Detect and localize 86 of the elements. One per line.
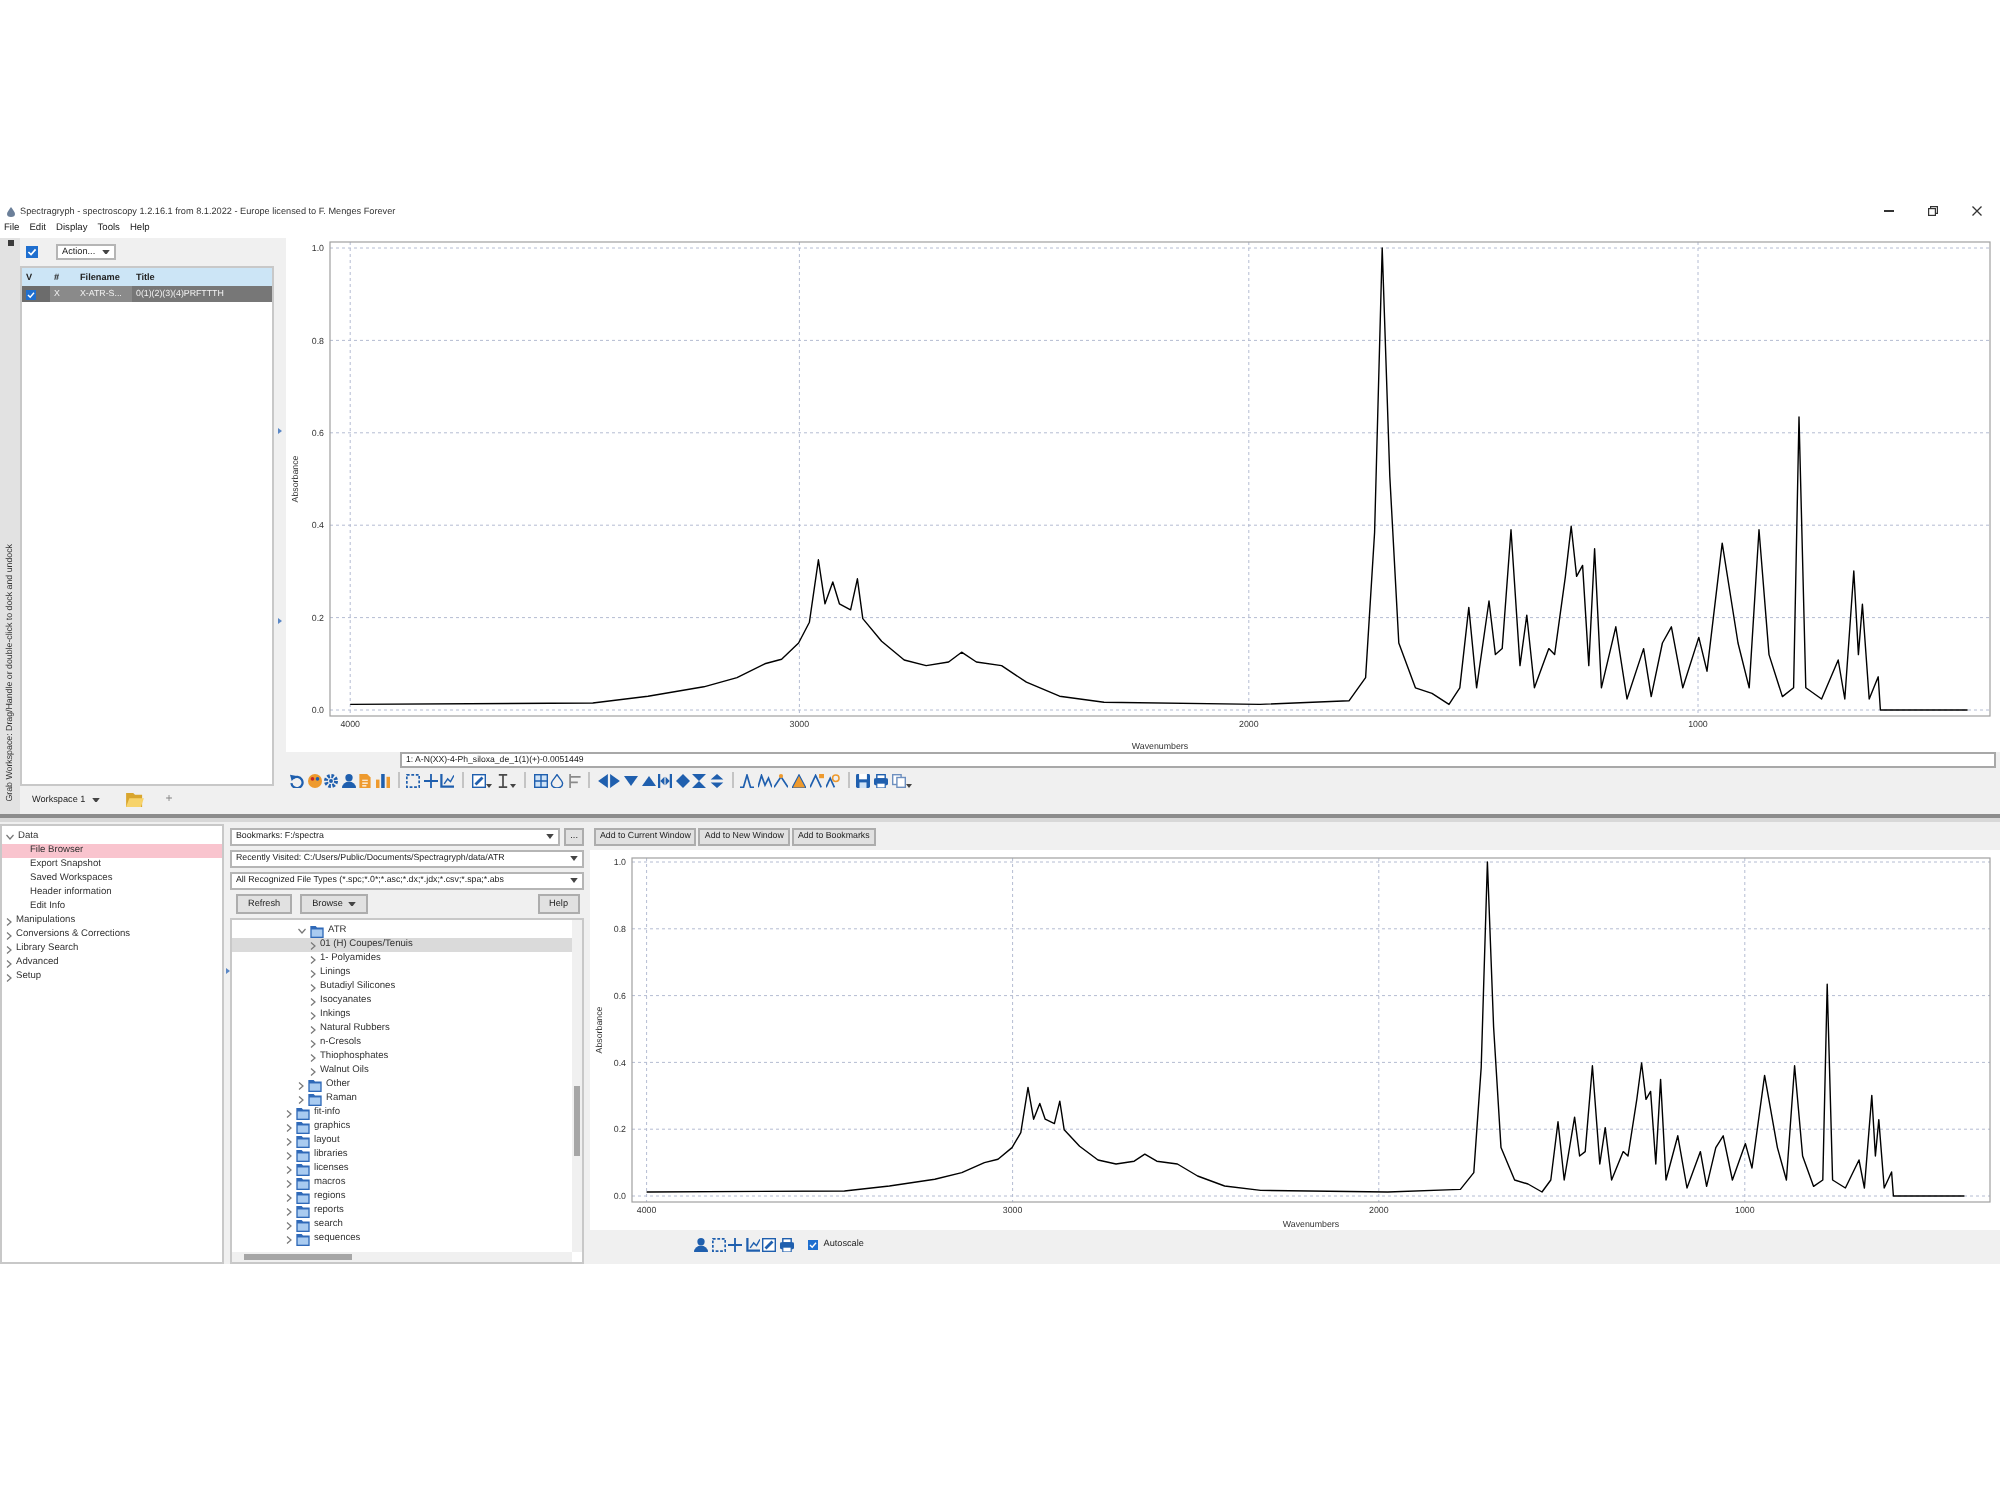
caret-icon xyxy=(91,797,100,803)
caret-icon xyxy=(101,249,110,255)
peak-marker-icon[interactable] xyxy=(774,773,789,787)
person-icon[interactable] xyxy=(341,773,356,787)
pencil-icon[interactable] xyxy=(762,1237,777,1251)
chevron-right-icon[interactable] xyxy=(310,941,316,949)
arrow-right-icon[interactable] xyxy=(610,773,621,787)
chevron-right-icon[interactable] xyxy=(286,1109,292,1117)
text-cursor-icon[interactable] xyxy=(495,773,510,787)
diamond-icon[interactable] xyxy=(675,773,690,787)
peak-icon[interactable] xyxy=(740,773,755,787)
save-icon[interactable] xyxy=(856,773,871,787)
y-axis-icon[interactable] xyxy=(567,773,582,787)
chevron-down-icon[interactable] xyxy=(298,928,306,934)
chevron-right-icon[interactable] xyxy=(310,1067,316,1075)
checkbox[interactable] xyxy=(26,246,38,258)
horizontal-scrollbar[interactable] xyxy=(232,1252,572,1262)
restore-icon[interactable] xyxy=(1928,206,1938,216)
chevron-right-icon[interactable] xyxy=(310,1039,316,1047)
crosshair-icon[interactable] xyxy=(728,1237,743,1251)
bar-chart-icon[interactable] xyxy=(375,773,390,787)
zoom-box-icon[interactable] xyxy=(711,1237,726,1251)
chevron-right-icon[interactable] xyxy=(286,1221,292,1229)
chevron-right-icon[interactable] xyxy=(6,973,12,981)
grid-icon[interactable] xyxy=(533,773,547,787)
caret-icon[interactable] xyxy=(486,784,493,788)
pencil-icon[interactable] xyxy=(471,773,486,787)
scrollbar-thumb[interactable] xyxy=(244,1254,352,1260)
vertical-scrollbar[interactable] xyxy=(572,920,582,1252)
chevron-right-icon[interactable] xyxy=(310,997,316,1005)
bracket-arrows-icon[interactable] xyxy=(658,773,673,787)
checkbox[interactable] xyxy=(808,1239,819,1249)
splitter-handle-icon[interactable] xyxy=(278,428,282,434)
scrollbar-thumb[interactable] xyxy=(574,1086,580,1156)
chevron-right-icon[interactable] xyxy=(286,1165,292,1173)
chevron-right-icon[interactable] xyxy=(298,1095,304,1103)
chevron-right-icon[interactable] xyxy=(310,1053,316,1061)
arrow-up-icon[interactable] xyxy=(641,775,656,785)
chevron-right-icon[interactable] xyxy=(6,931,12,939)
chevron-right-icon[interactable] xyxy=(310,1025,316,1033)
chevron-right-icon[interactable] xyxy=(310,983,316,991)
folder-icon xyxy=(310,925,324,937)
arrow-left-icon[interactable] xyxy=(597,773,608,787)
splitter-handle-icon[interactable] xyxy=(278,618,282,624)
hourglass-icon[interactable] xyxy=(692,773,707,787)
chevron-right-icon[interactable] xyxy=(6,917,12,925)
chevron-right-icon[interactable] xyxy=(310,969,316,977)
chevron-right-icon[interactable] xyxy=(286,1123,292,1131)
caret-icon xyxy=(570,878,578,884)
chevron-right-icon[interactable] xyxy=(286,1179,292,1187)
print-icon[interactable] xyxy=(779,1237,794,1251)
axis-icon[interactable] xyxy=(440,773,455,787)
chevron-right-icon[interactable] xyxy=(286,1137,292,1145)
chevron-right-icon[interactable] xyxy=(286,1207,292,1215)
updown-arrows-icon[interactable] xyxy=(710,773,725,787)
chevron-right-icon[interactable] xyxy=(286,1235,292,1243)
caret-icon xyxy=(546,834,555,840)
palette-icon[interactable] xyxy=(307,773,322,787)
crosshair-icon[interactable] xyxy=(423,773,438,787)
undo-arrow-icon[interactable] xyxy=(290,773,304,787)
peak-fill-icon[interactable] xyxy=(792,773,806,787)
close-icon[interactable] xyxy=(1972,206,1982,216)
chevron-right-icon[interactable] xyxy=(310,1011,316,1019)
chevron-right-icon[interactable] xyxy=(6,945,12,953)
arrow-down-icon[interactable] xyxy=(624,775,639,785)
checkbox[interactable] xyxy=(26,289,36,299)
person-icon[interactable] xyxy=(694,1237,708,1251)
chevron-down-icon[interactable] xyxy=(6,834,14,840)
axis-icon[interactable] xyxy=(745,1237,760,1251)
peak-search-icon[interactable] xyxy=(826,773,841,787)
chevron-right-icon[interactable] xyxy=(286,1151,292,1159)
chevron-right-icon[interactable] xyxy=(286,1193,292,1201)
chevron-right-icon[interactable] xyxy=(298,1081,304,1089)
drop-icon[interactable] xyxy=(550,773,565,787)
chevron-right-icon[interactable] xyxy=(310,955,316,963)
caret-icon xyxy=(348,901,357,907)
grip-icon[interactable] xyxy=(7,240,13,246)
app-logo-icon xyxy=(6,205,16,217)
caret-icon xyxy=(570,856,578,862)
peak-label-icon[interactable] xyxy=(809,773,824,787)
chevron-right-icon[interactable] xyxy=(6,959,12,967)
double-peak-icon[interactable] xyxy=(757,773,772,787)
caret-icon[interactable] xyxy=(510,784,517,788)
print-icon[interactable] xyxy=(873,773,888,787)
zoom-box-icon[interactable] xyxy=(406,773,421,787)
caret-icon[interactable] xyxy=(906,784,913,788)
